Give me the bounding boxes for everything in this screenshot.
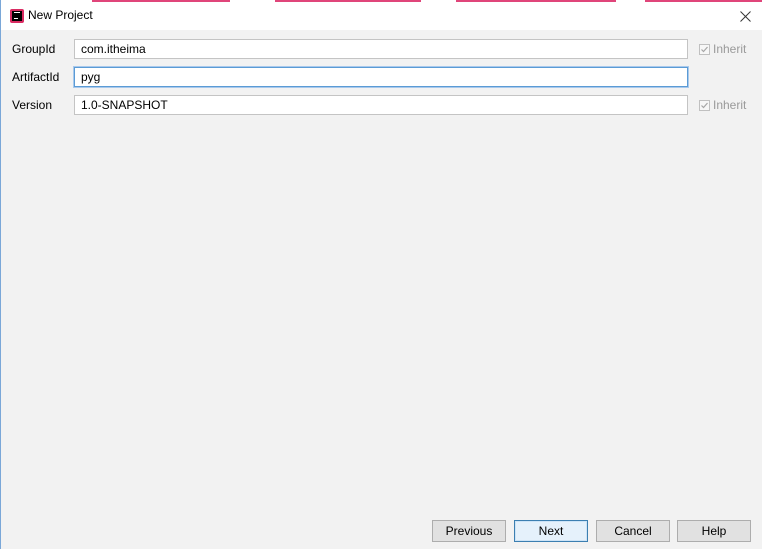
group-id-input[interactable] bbox=[74, 39, 688, 59]
group-id-label: GroupId bbox=[12, 42, 56, 56]
checkmark-icon bbox=[699, 99, 710, 111]
next-button[interactable]: Next bbox=[514, 520, 588, 542]
artifact-id-input[interactable] bbox=[74, 67, 688, 87]
intellij-idea-icon bbox=[10, 9, 24, 23]
window-title: New Project bbox=[28, 8, 93, 22]
group-id-row: GroupId Inherit bbox=[1, 39, 762, 61]
group-id-inherit-checkbox[interactable]: Inherit bbox=[699, 42, 746, 56]
group-id-inherit-label: Inherit bbox=[713, 42, 747, 56]
title-bar: New Project bbox=[1, 2, 762, 30]
artifact-id-label: ArtifactId bbox=[12, 70, 60, 84]
version-inherit-label: Inherit bbox=[713, 98, 747, 112]
checkmark-icon bbox=[699, 43, 710, 55]
artifact-id-row: ArtifactId bbox=[1, 67, 762, 89]
help-button[interactable]: Help bbox=[677, 520, 751, 542]
version-input[interactable] bbox=[74, 95, 688, 115]
close-icon bbox=[739, 10, 751, 22]
previous-button[interactable]: Previous bbox=[432, 520, 506, 542]
cancel-button[interactable]: Cancel bbox=[596, 520, 670, 542]
new-project-dialog: New Project GroupId Inherit ArtifactId V… bbox=[0, 0, 762, 549]
close-button[interactable] bbox=[732, 4, 758, 28]
version-inherit-checkbox[interactable]: Inherit bbox=[699, 98, 746, 112]
version-label: Version bbox=[12, 98, 53, 112]
version-row: Version Inherit bbox=[1, 95, 762, 117]
